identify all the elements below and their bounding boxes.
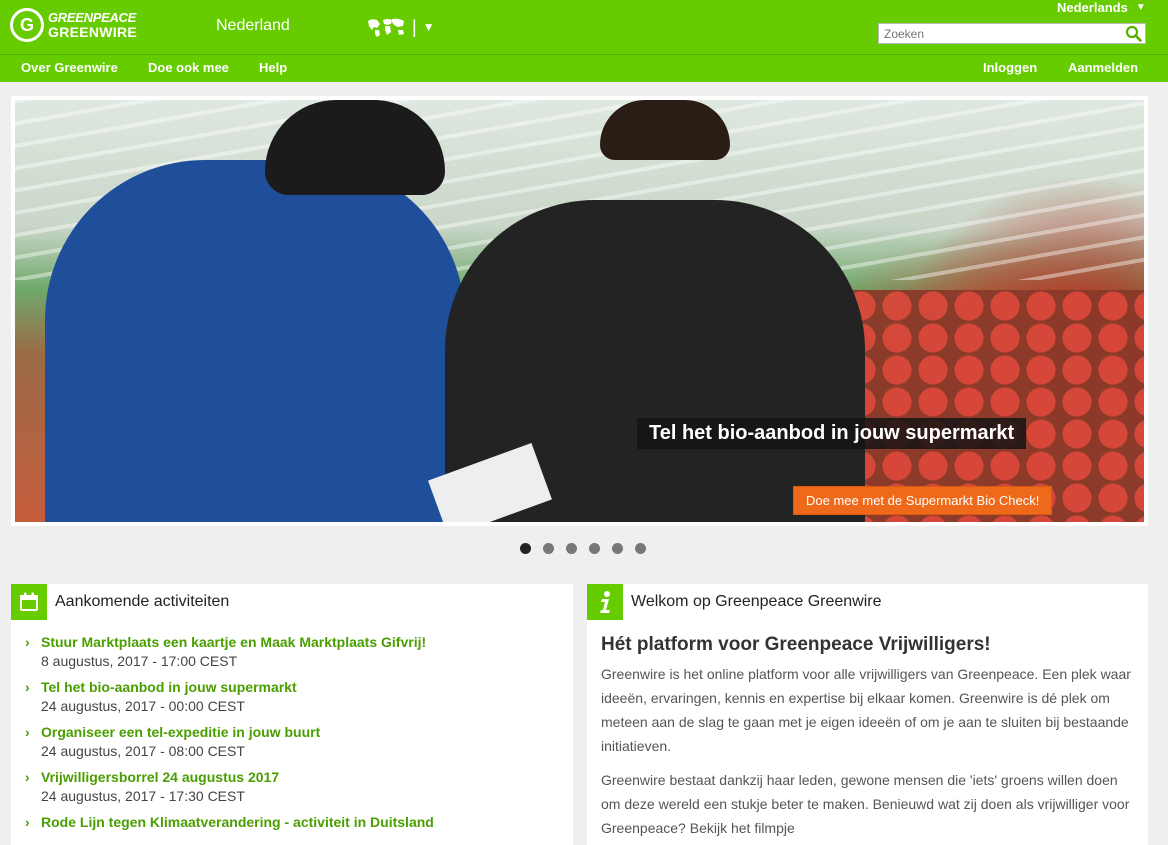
info-icon (587, 584, 623, 620)
chevron-right-icon: › (25, 724, 30, 740)
search-icon[interactable] (1125, 25, 1142, 47)
activity-title: Rode Lijn tegen Klimaatverandering - act… (41, 814, 434, 830)
logo-text: GREENPEACE GREENWIRE (48, 10, 138, 40)
welcome-paragraph-2[interactable]: Greenwire bestaat dankzij haar leden, ge… (601, 768, 1134, 840)
welcome-header: Welkom op Greenpeace Greenwire (587, 584, 1148, 620)
chevron-right-icon: › (25, 634, 30, 650)
chevron-right-icon: › (25, 769, 30, 785)
volunteer-hair (600, 100, 730, 160)
world-map-icon (368, 18, 404, 37)
nav-inloggen[interactable]: Inloggen (983, 60, 1037, 75)
language-label: Nederlands (1057, 0, 1128, 15)
activity-link[interactable]: › Rode Lijn tegen Klimaatverandering - ac… (25, 814, 573, 830)
chevron-right-icon: › (25, 679, 30, 695)
activity-date: 8 augustus, 2017 - 17:00 CEST (41, 653, 238, 669)
carousel-dot-2[interactable] (543, 543, 554, 554)
carousel-dot-1[interactable] (520, 543, 531, 554)
chevron-down-icon: ▼ (422, 20, 435, 34)
hero-carousel: Tel het bio-aanbod in jouw supermarkt Do… (11, 96, 1148, 526)
search-box (878, 23, 1146, 44)
activity-title: Organiseer een tel-expeditie in jouw buu… (41, 724, 321, 740)
welcome-panel: Welkom op Greenpeace Greenwire Hét platf… (587, 584, 1148, 845)
activity-date: 24 augustus, 2017 - 17:30 CEST (41, 788, 245, 804)
hero-cta-button[interactable]: Doe mee met de Supermarkt Bio Check! (793, 486, 1053, 515)
carousel-dots (520, 543, 658, 554)
nav-over-greenwire[interactable]: Over Greenwire (21, 60, 118, 75)
activity-title: Vrijwilligersborrel 24 augustus 2017 (41, 769, 280, 785)
greenpeace-greenwire-logo[interactable]: G GREENPEACE GREENWIRE (10, 8, 137, 42)
activity-link[interactable]: › Organiseer een tel-expeditie in jouw bu… (25, 724, 573, 740)
activity-title: Stuur Marktplaats een kaartje en Maak Ma… (41, 634, 427, 650)
nav-aanmelden[interactable]: Aanmelden (1068, 60, 1138, 75)
activity-date: 24 augustus, 2017 - 00:00 CEST (41, 698, 245, 714)
activity-link[interactable]: › Stuur Marktplaats een kaartje en Maak M… (25, 634, 573, 650)
region-selector[interactable]: | ▼ (366, 16, 435, 38)
list-item: › Tel het bio-aanbod in jouw supermarkt 2… (25, 679, 573, 714)
welcome-heading: Hét platform voor Greenpeace Vrijwillige… (601, 634, 991, 655)
welcome-content: Hét platform voor Greenpeace Vrijwillige… (587, 620, 1148, 840)
nav-doe-ook-mee[interactable]: Doe ook mee (148, 60, 229, 75)
activity-date: 24 augustus, 2017 - 08:00 CEST (41, 743, 245, 759)
greenpeace-logo-icon: G (10, 8, 44, 42)
top-header: G GREENPEACE GREENWIRE Nederland | ▼ Ned… (0, 0, 1168, 54)
chevron-right-icon: › (25, 814, 30, 830)
chevron-down-icon: ▼ (1135, 2, 1146, 13)
carousel-dot-6[interactable] (635, 543, 646, 554)
activity-link[interactable]: › Tel het bio-aanbod in jouw supermarkt (25, 679, 573, 695)
activity-title: Tel het bio-aanbod in jouw supermarkt (41, 679, 297, 695)
list-item: › Stuur Marktplaats een kaartje en Maak M… (25, 634, 573, 669)
hero-image: Tel het bio-aanbod in jouw supermarkt Do… (15, 100, 1144, 522)
list-item: › Vrijwilligersborrel 24 augustus 2017 24… (25, 769, 573, 804)
country-label: Nederland (216, 17, 290, 34)
calendar-icon (11, 584, 47, 620)
carousel-dot-4[interactable] (589, 543, 600, 554)
logo-line-1: GREENPEACE (48, 10, 137, 25)
list-item: › Organiseer een tel-expeditie in jouw bu… (25, 724, 573, 759)
activities-title: Aankomende activiteiten (55, 593, 230, 610)
volunteer-blue-jacket (45, 160, 465, 522)
logo-line-2: GREENWIRE (48, 24, 138, 40)
list-item: › Rode Lijn tegen Klimaatverandering - ac… (25, 814, 573, 830)
activity-link[interactable]: › Vrijwilligersborrel 24 augustus 2017 (25, 769, 573, 785)
hero-caption: Tel het bio-aanbod in jouw supermarkt (637, 418, 1027, 449)
activities-header: Aankomende activiteiten (11, 584, 573, 620)
activities-list: › Stuur Marktplaats een kaartje en Maak M… (11, 620, 573, 830)
welcome-title: Welkom op Greenpeace Greenwire (631, 593, 882, 610)
main-nav: Over Greenwire Doe ook mee Help Inloggen… (0, 54, 1168, 82)
region-separator: | (412, 17, 417, 37)
welcome-paragraph-1: Greenwire is het online platform voor al… (601, 666, 1131, 754)
activities-panel: Aankomende activiteiten › Stuur Marktplaa… (11, 584, 573, 845)
carousel-dot-5[interactable] (612, 543, 623, 554)
language-selector[interactable]: Nederlands ▼ (1057, 0, 1146, 15)
search-input[interactable] (879, 24, 1119, 43)
nav-help[interactable]: Help (259, 60, 287, 75)
carousel-dot-3[interactable] (566, 543, 577, 554)
